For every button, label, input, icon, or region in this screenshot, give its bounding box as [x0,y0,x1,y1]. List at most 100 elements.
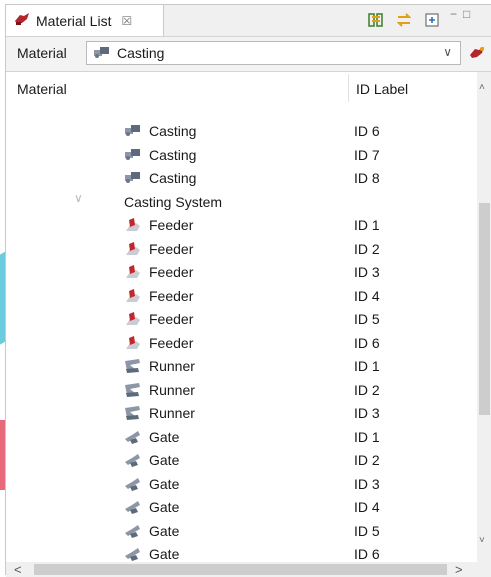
material-name: Feeder [149,217,194,233]
material-name: Runner [149,358,195,374]
material-list-icon [14,12,30,29]
column-header-material[interactable]: Material [17,81,67,97]
casting-icon [124,147,142,163]
material-name: Runner [149,405,195,421]
table-row[interactable]: Feeder ID 5 [6,308,477,332]
material-name: Casting [149,146,197,163]
material-name: Feeder [149,240,194,257]
id-label: ID 2 [354,240,380,257]
gate-icon [124,499,142,515]
table-row[interactable]: Casting ID 6 [6,120,477,144]
material-combo[interactable]: Casting ∨ [86,41,461,65]
expand-all-icon[interactable] [422,10,442,30]
casting-icon [93,45,111,62]
material-action-button[interactable] [467,43,487,63]
feeder-icon [124,217,142,233]
material-table: Material ID Label Casting ID 6 Casting ID 7… [6,71,491,577]
table-row[interactable]: Casting ID 8 [6,167,477,191]
material-combo-value: Casting [117,45,165,61]
table-row[interactable]: Feeder ID 2 [6,238,477,262]
id-label: ID 5 [354,311,380,327]
table-row[interactable]: Runner ID 1 [6,355,477,379]
material-name: Gate [149,428,180,445]
table-row[interactable]: Gate ID 2 [6,449,477,473]
table-row[interactable]: Gate ID 4 [6,496,477,520]
table-row[interactable]: Gate ID 3 [6,473,477,497]
tab-bar: Material List ☒ − □ [6,5,491,37]
material-label: Material [17,45,67,61]
material-name: Gate [149,475,180,492]
chevron-down-icon[interactable]: ∨ [443,45,452,59]
material-name: Feeder [149,334,194,351]
horizontal-scroll-thumb[interactable] [34,564,447,575]
table-rows: Casting ID 6 Casting ID 7 Casting ID 8 ∨ Castin… [6,120,477,567]
table-row[interactable]: Feeder ID 4 [6,285,477,309]
material-name: Gate [149,522,180,539]
minimize-icon[interactable]: − [450,7,457,21]
scroll-down-icon[interactable]: ˅ [479,535,485,546]
vertical-scrollbar[interactable]: ˄ ˅ [477,72,491,562]
material-name: Feeder [149,287,194,304]
material-name: Casting System [124,193,223,210]
close-icon[interactable]: ☒ [121,14,132,28]
id-label: ID 2 [354,381,380,398]
id-label: ID 4 [354,287,380,304]
table-row[interactable]: Feeder ID 1 [6,214,477,238]
tab-material-list[interactable]: Material List ☒ [6,5,164,36]
material-name: Gate [149,546,180,562]
column-header-id-label[interactable]: ID Label [356,81,408,97]
table-row[interactable]: Feeder ID 6 [6,332,477,356]
table-group-row[interactable]: ∨ Casting System [6,191,477,215]
casting-icon [124,123,142,139]
feeder-icon [124,311,142,327]
id-label: ID 1 [354,217,380,233]
id-label: ID 1 [354,428,380,445]
gate-icon [124,476,142,492]
material-name: Casting [149,123,197,139]
feeder-icon [124,288,142,304]
table-row[interactable]: Casting ID 7 [6,144,477,168]
link-columns-icon[interactable] [366,10,386,30]
material-selector-row: Material Casting ∨ [6,37,491,69]
gate-icon [124,452,142,468]
feeder-icon [124,264,142,280]
material-name: Feeder [149,311,194,327]
swap-arrows-icon[interactable] [394,10,414,30]
material-name: Gate [149,452,180,468]
tab-title: Material List [36,12,112,29]
table-row[interactable]: Gate ID 5 [6,520,477,544]
runner-icon [124,405,142,421]
material-list-view: Material List ☒ − □ Material Casting ∨ M… [5,4,491,577]
material-name: Runner [149,381,195,398]
id-label: ID 4 [354,499,380,515]
feeder-icon [124,241,142,257]
gate-icon [124,523,142,539]
gate-icon [124,546,142,562]
runner-icon [124,358,142,374]
expand-chevron-icon[interactable]: ∨ [74,191,83,205]
scroll-up-icon[interactable]: ˄ [479,82,485,93]
table-row[interactable]: Runner ID 2 [6,379,477,403]
column-divider[interactable] [348,74,349,102]
id-label: ID 8 [354,170,380,186]
id-label: ID 3 [354,405,380,421]
id-label: ID 6 [354,546,380,562]
id-label: ID 3 [354,264,380,280]
id-label: ID 6 [354,334,380,351]
id-label: ID 2 [354,452,380,468]
id-label: ID 5 [354,522,380,539]
material-name: Casting [149,170,197,186]
gate-icon [124,429,142,445]
id-label: ID 3 [354,475,380,492]
casting-icon [124,170,142,186]
view-toolbar [366,10,442,30]
window-controls: − □ [450,7,470,21]
table-row[interactable]: Feeder ID 3 [6,261,477,285]
id-label: ID 6 [354,123,380,139]
table-row[interactable]: Gate ID 1 [6,426,477,450]
maximize-icon[interactable]: □ [463,7,470,21]
vertical-scroll-thumb[interactable] [479,203,490,415]
feeder-icon [124,335,142,351]
material-name: Gate [149,499,180,515]
table-row[interactable]: Runner ID 3 [6,402,477,426]
